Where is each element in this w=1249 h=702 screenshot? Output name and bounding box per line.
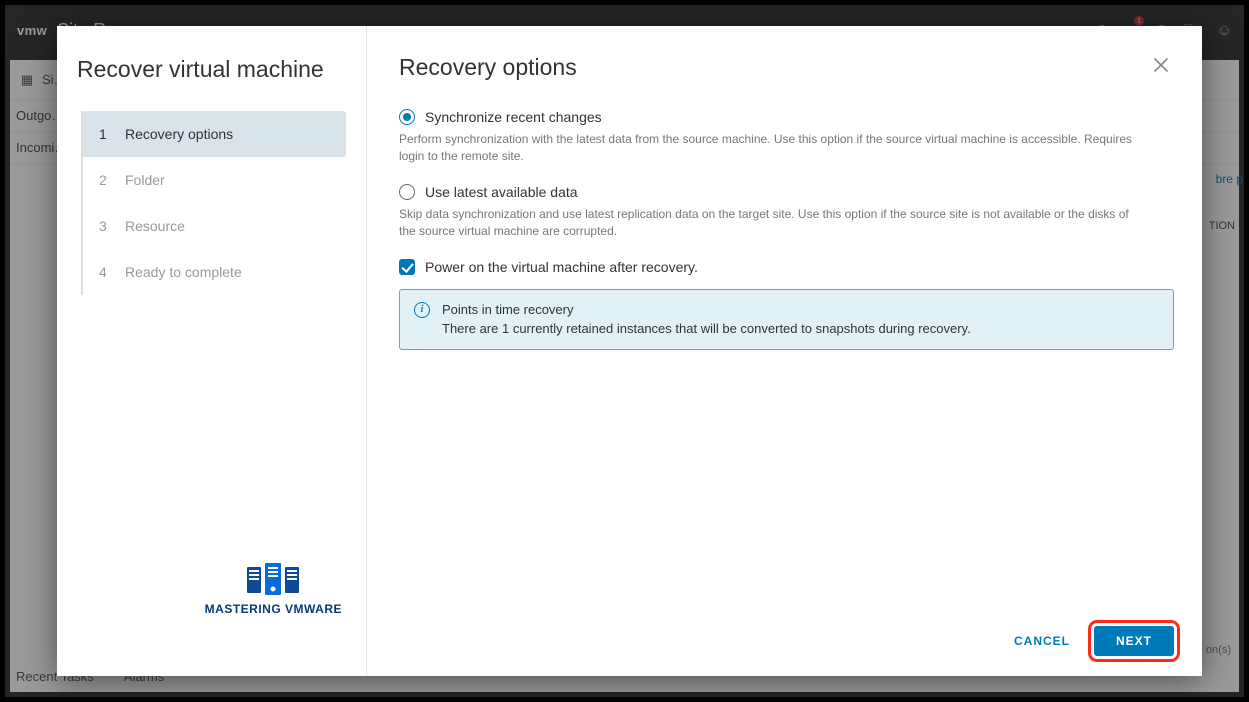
info-icon: i [414, 302, 430, 318]
step-number: 3 [99, 218, 111, 234]
info-content: Points in time recovery There are 1 curr… [442, 300, 971, 339]
panel-title: Recovery options [399, 54, 577, 81]
step-number: 2 [99, 172, 111, 188]
watermark-logo: MASTERING VMWARE [205, 563, 346, 616]
wizard-step-recovery-options[interactable]: 1 Recovery options [83, 111, 346, 157]
wizard-sidebar: Recover virtual machine 1 Recovery optio… [57, 26, 367, 676]
option-description: Skip data synchronization and use latest… [399, 206, 1139, 241]
watermark-text: MASTERING VMWARE [205, 602, 342, 616]
wizard-step-resource[interactable]: 3 Resource [83, 203, 346, 249]
info-title: Points in time recovery [442, 300, 971, 320]
power-on-checkbox[interactable] [399, 259, 415, 275]
step-label: Resource [125, 218, 185, 234]
wizard-step-folder[interactable]: 2 Folder [83, 157, 346, 203]
option-latest-data[interactable]: Use latest available data [399, 184, 1174, 200]
step-number: 4 [99, 264, 111, 280]
step-label: Ready to complete [125, 264, 242, 280]
step-label: Recovery options [125, 126, 233, 142]
latest-data-radio[interactable] [399, 184, 415, 200]
info-banner: i Points in time recovery There are 1 cu… [399, 289, 1174, 350]
next-button[interactable]: NEXT [1094, 626, 1174, 656]
power-on-checkbox-row[interactable]: Power on the virtual machine after recov… [399, 259, 1174, 275]
panel-header: Recovery options [399, 54, 1174, 81]
info-body: There are 1 currently retained instances… [442, 319, 971, 339]
close-icon [1154, 58, 1168, 72]
step-number: 1 [99, 126, 111, 142]
close-button[interactable] [1148, 54, 1174, 78]
wizard-step-ready[interactable]: 4 Ready to complete [83, 249, 346, 295]
option-sync-recent[interactable]: Synchronize recent changes [399, 109, 1174, 125]
wizard-steps: 1 Recovery options 2 Folder 3 Resource 4… [81, 111, 346, 295]
server-icon [245, 563, 301, 597]
wizard-title: Recover virtual machine [77, 56, 346, 83]
wizard-panel: Recovery options Synchronize recent chan… [367, 26, 1202, 676]
cancel-button[interactable]: CANCEL [1000, 624, 1084, 658]
option-description: Perform synchronization with the latest … [399, 131, 1139, 166]
sync-recent-radio[interactable] [399, 109, 415, 125]
modal-footer: CANCEL NEXT [399, 608, 1174, 658]
step-label: Folder [125, 172, 165, 188]
option-label: Synchronize recent changes [425, 109, 602, 125]
recover-vm-modal: Recover virtual machine 1 Recovery optio… [57, 26, 1202, 676]
option-label: Use latest available data [425, 184, 578, 200]
checkbox-label: Power on the virtual machine after recov… [425, 259, 698, 275]
